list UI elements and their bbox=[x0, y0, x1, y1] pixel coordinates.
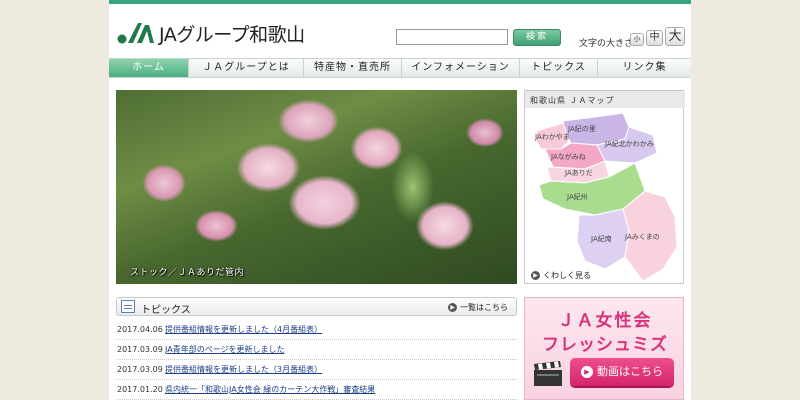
map-title: 和歌山県 ＪＡマップ bbox=[530, 96, 615, 105]
banner-title-line2: フレッシュミズ bbox=[542, 335, 668, 355]
arrow-right-icon: ▶ bbox=[531, 271, 540, 280]
nav-topics[interactable]: トピックス bbox=[520, 59, 598, 77]
nav-home[interactable]: ホーム bbox=[109, 59, 189, 77]
topic-row: 2017.04.06 提供番組情報を更新しました（4月番組表） bbox=[116, 320, 517, 340]
search-input[interactable] bbox=[396, 29, 508, 45]
nav-links[interactable]: リンク集 bbox=[598, 59, 691, 77]
ja-map-box[interactable]: JA紀の里 JAわかやま JA紀北かわかみ JAながみね JAありだ JA紀州 … bbox=[524, 90, 685, 284]
topic-date: 2017.01.20 bbox=[117, 385, 163, 394]
topics-title: トピックス bbox=[141, 305, 191, 316]
hero-caption: ストック／ＪＡありだ管内 bbox=[130, 268, 245, 278]
nav-products[interactable]: 特産物・直売所 bbox=[304, 59, 402, 77]
font-medium-button[interactable]: 中 bbox=[646, 30, 663, 46]
main-nav: ホーム ＪＡグループとは 特産物・直売所 インフォメーション トピックス リンク… bbox=[109, 58, 691, 78]
map-label-kinosato: JA紀の里 bbox=[567, 124, 596, 133]
play-icon: ▶ bbox=[581, 366, 593, 378]
topic-date: 2017.03.09 bbox=[117, 365, 163, 374]
map-label-mikumano: JAみくまの bbox=[624, 233, 660, 241]
topics-list: 2017.04.06 提供番組情報を更新しました（4月番組表） 2017.03.… bbox=[116, 320, 517, 400]
topics-header: トピックス ▶ 一覧はこちら bbox=[116, 297, 517, 316]
topic-date: 2017.03.09 bbox=[117, 345, 163, 354]
notebook-icon bbox=[121, 300, 135, 313]
fresh-mizu-banner[interactable]: ＪＡ女性会 フレッシュミズ ▶ 動画はこちら bbox=[524, 297, 684, 400]
map-label-kishu: JA紀州 bbox=[566, 192, 588, 201]
nav-information[interactable]: インフォメーション bbox=[402, 59, 520, 77]
nav-about[interactable]: ＪＡグループとは bbox=[189, 59, 304, 77]
hero-image: ストック／ＪＡありだ管内 bbox=[116, 90, 517, 284]
topic-row: 2017.03.09 提供番組情報を更新しました（3月番組表） bbox=[116, 360, 517, 380]
topics-all-link[interactable]: ▶ 一覧はこちら bbox=[448, 302, 508, 313]
map-label-kihoku: JA紀北かわかみ bbox=[604, 139, 654, 148]
site-logo[interactable]: JAグループ和歌山 bbox=[117, 18, 305, 48]
map-more-link[interactable]: ▶ くわしく見る bbox=[531, 270, 591, 281]
map-label-arida: JAありだ bbox=[564, 169, 593, 177]
map-more-label: くわしく見る bbox=[543, 271, 591, 280]
topic-link[interactable]: 提供番組情報を更新しました（4月番組表） bbox=[165, 324, 322, 335]
logo-text: JAグループ和歌山 bbox=[159, 23, 305, 46]
clapperboard-icon bbox=[534, 361, 562, 386]
topic-row: 2017.03.09 JA青年部のページを更新しました bbox=[116, 340, 517, 360]
font-large-button[interactable]: 大 bbox=[665, 27, 685, 46]
top-accent-bar bbox=[109, 0, 691, 4]
font-small-button[interactable]: 小 bbox=[630, 33, 644, 46]
topic-row: 2017.01.20 県内統一「和歌山JA女性会 緑のカーテン大作戦」審査結果 bbox=[116, 380, 517, 400]
map-label-nagamine: JAながみね bbox=[550, 152, 586, 161]
search-button[interactable]: 検索 bbox=[513, 29, 561, 46]
font-size-label: 文字の大きさ bbox=[579, 39, 634, 49]
banner-title-line1: ＪＡ女性会 bbox=[557, 311, 653, 331]
video-button[interactable]: ▶ 動画はこちら bbox=[570, 358, 674, 386]
video-button-label: 動画はこちら bbox=[597, 365, 663, 378]
wakayama-map: JA紀の里 JAわかやま JA紀北かわかみ JAながみね JAありだ JA紀州 … bbox=[525, 91, 685, 282]
topics-all-label: 一覧はこちら bbox=[460, 303, 508, 312]
map-label-kinan: JA紀南 bbox=[590, 234, 612, 243]
ja-logo-icon bbox=[117, 23, 154, 44]
page-container: JAグループ和歌山 検索 文字の大きさ 小 中 大 ホーム ＪＡグループとは 特… bbox=[109, 0, 691, 400]
topic-date: 2017.04.06 bbox=[117, 325, 163, 334]
map-label-wakayama: JAわかやま bbox=[534, 133, 570, 141]
arrow-right-icon: ▶ bbox=[448, 303, 457, 312]
topic-link[interactable]: 提供番組情報を更新しました（3月番組表） bbox=[165, 364, 322, 375]
topic-link[interactable]: 県内統一「和歌山JA女性会 緑のカーテン大作戦」審査結果 bbox=[165, 384, 375, 395]
topic-link[interactable]: JA青年部のページを更新しました bbox=[165, 344, 285, 355]
